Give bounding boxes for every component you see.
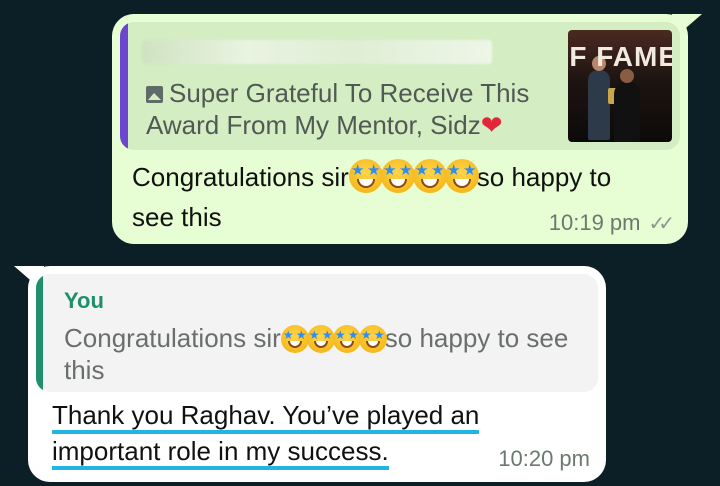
star-struck-emoji-icon: ★ ★ (412, 159, 447, 193)
incoming-message-bubble[interactable]: You Congratulations sir ★ ★ ★ ★ ★ ★ ★ ★ so happy … (14, 266, 606, 482)
quote-author: You (64, 288, 104, 313)
message-text: Thank you Raghav. You’ve played an impor… (52, 397, 522, 470)
star-struck-emoji-icon: ★ ★ (306, 325, 335, 353)
chat-area: Super Grateful To Receive This Award Fro… (0, 0, 720, 486)
outgoing-message-bubble[interactable]: Super Grateful To Receive This Award Fro… (112, 14, 702, 244)
message-meta: 10:19 pm ✓✓ (548, 210, 675, 236)
star-struck-emoji-icon: ★ ★ (358, 325, 387, 353)
quoted-message[interactable]: You Congratulations sir ★ ★ ★ ★ ★ ★ ★ ★ so happy … (36, 274, 598, 392)
message-line: important role in my success. (52, 436, 389, 470)
quoted-message[interactable]: Super Grateful To Receive This Award Fro… (120, 22, 680, 150)
thumbnail-person (588, 56, 610, 140)
timestamp: 10:19 pm (548, 210, 641, 235)
thumbnail-person (614, 69, 640, 142)
photo-icon (146, 86, 163, 103)
timestamp: 10:20 pm (498, 446, 590, 471)
star-struck-emoji-icon: ★ ★ (332, 325, 361, 353)
quote-accent-bar (120, 22, 128, 150)
quote-accent-bar (36, 274, 43, 392)
thumbnail-text: F FAME (569, 41, 672, 72)
read-ticks-icon: ✓✓ (648, 213, 674, 235)
star-struck-emoji-icon: ★ ★ (380, 159, 415, 193)
star-struck-emoji-icon: ★ ★ (444, 159, 479, 193)
blurred-author-name (142, 40, 492, 64)
quoted-text: Super Grateful To Receive This Award Fro… (146, 78, 530, 140)
message-line: Thank you Raghav. You’ve played an (52, 400, 480, 434)
star-struck-emoji-icon: ★ ★ (280, 325, 309, 353)
star-struck-emoji-icon: ★ ★ (348, 159, 383, 193)
quoted-text: Congratulations sir ★ ★ ★ ★ ★ ★ ★ ★ so happy to s… (64, 323, 569, 385)
heart-icon: ❤ (480, 110, 503, 140)
quoted-photo-thumbnail[interactable]: F FAME (568, 30, 672, 142)
